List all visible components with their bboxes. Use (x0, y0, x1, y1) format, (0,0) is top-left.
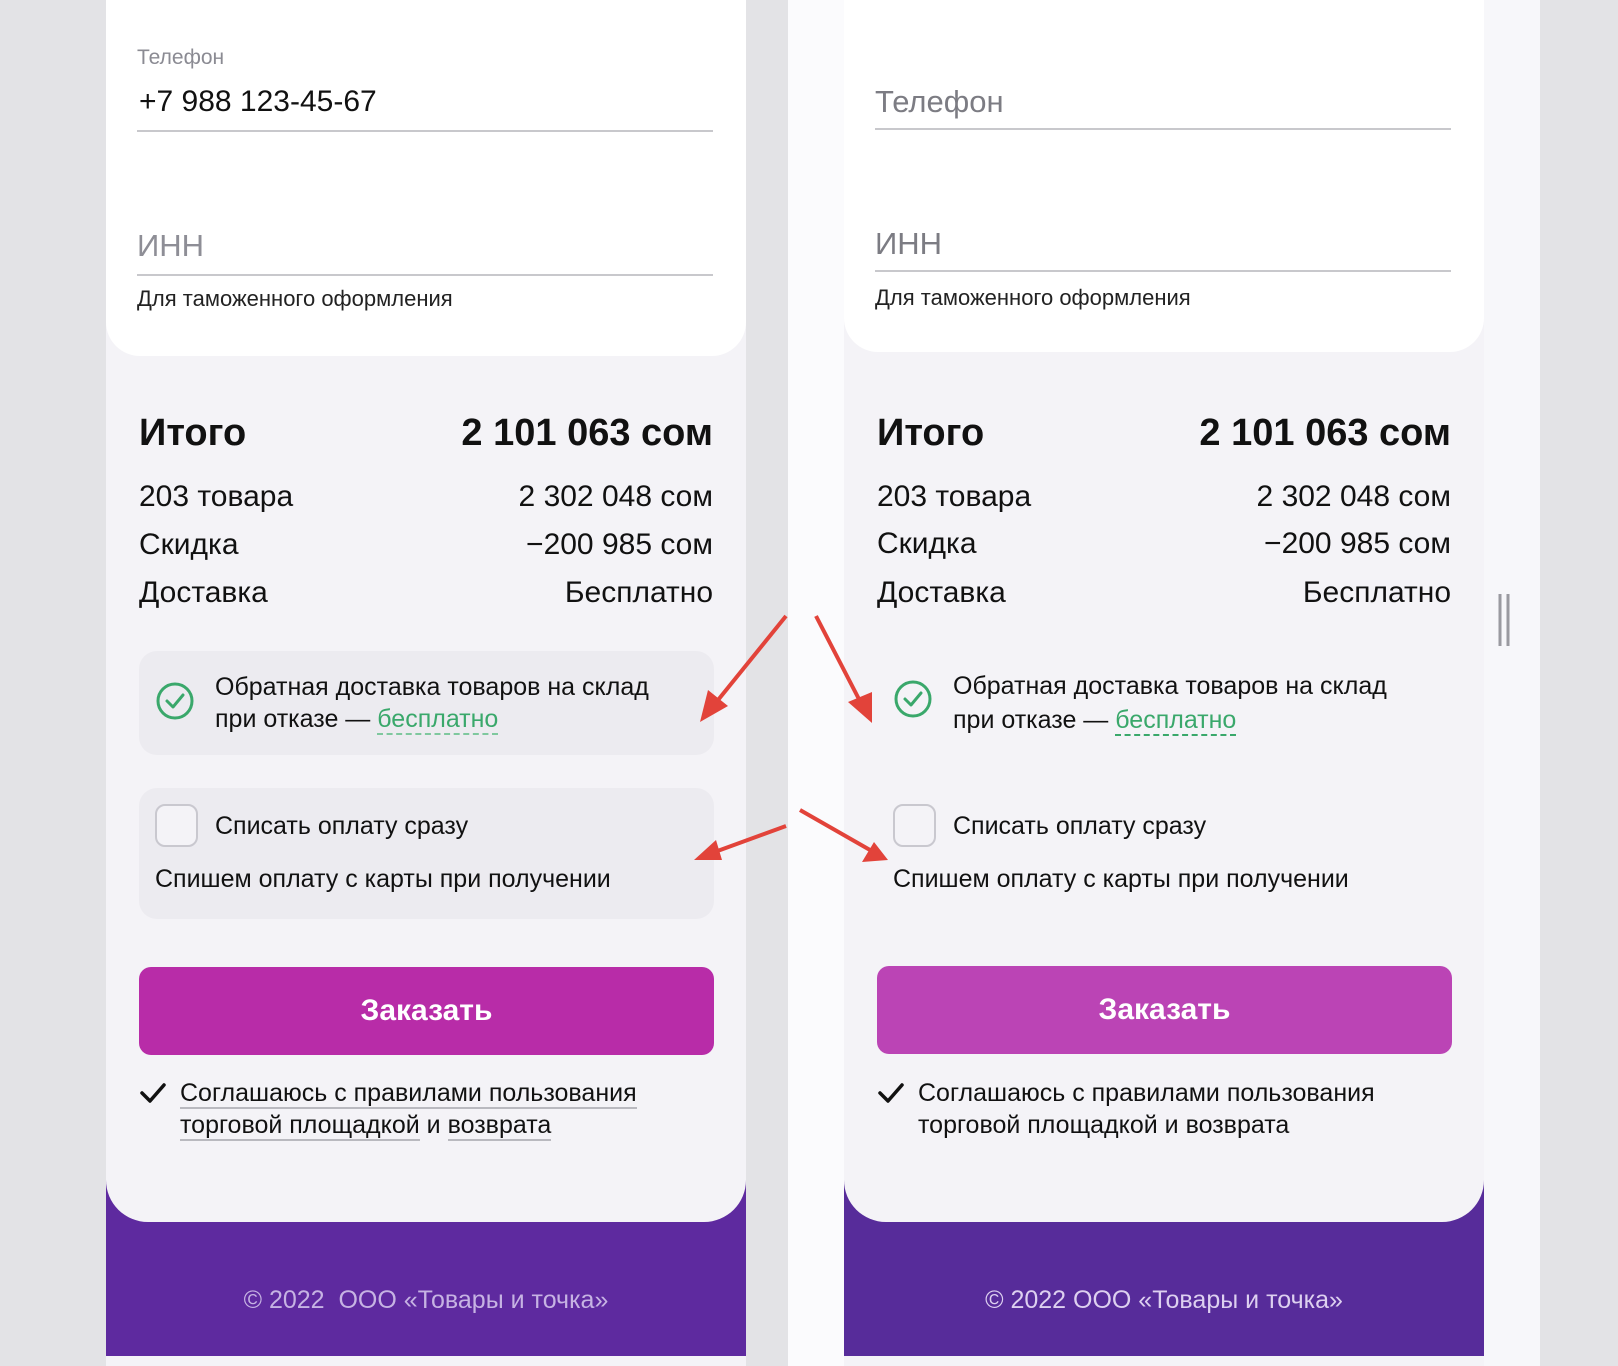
checkmark-icon[interactable] (877, 1079, 905, 1107)
checkmark-icon[interactable] (139, 1079, 167, 1107)
total-label: Итого (139, 412, 247, 454)
agreement-line2: торговой площадкой и возврата (180, 1109, 637, 1141)
inn-field-placeholder: ИНН (875, 226, 943, 261)
agreement-and: и (419, 1111, 448, 1139)
right-margin-strip (1484, 0, 1540, 1366)
items-value: 2 302 048 сом (518, 480, 713, 513)
agreement: Соглашаюсь с правилами пользования торго… (877, 1077, 1437, 1147)
agreement: Соглашаюсь с правилами пользования торго… (139, 1077, 699, 1147)
pay-now-checkbox[interactable] (155, 804, 198, 847)
marketplace-rules-link[interactable]: торговой площадкой (180, 1111, 420, 1141)
return-line1: Обратная доставка товаров на склад (953, 672, 1387, 700)
return-rules-link[interactable]: возврата (447, 1111, 552, 1141)
footer-copyright: © 2022 ООО «Товары и точка» (985, 1286, 1343, 1314)
inn-field[interactable]: ИНН (875, 214, 1451, 272)
return-line2: при отказе — бесплатно (215, 703, 649, 735)
total-value: 2 101 063 сом (1199, 412, 1451, 454)
pay-now-label[interactable]: Списать оплату сразу (215, 810, 468, 842)
pay-now-checkbox[interactable] (893, 804, 936, 847)
agreement-line1: Соглашаюсь с правилами пользования (918, 1079, 1375, 1107)
discount-value: −200 985 сом (526, 528, 713, 561)
phone-field-value: +7 988 123-45-67 (139, 85, 377, 118)
footer-card-edge (106, 1160, 746, 1222)
inn-field-placeholder: ИНН (137, 228, 205, 263)
pay-hint: Спишем оплату с карты при получении (893, 865, 1349, 893)
discount-row: Скидка −200 985 сом (139, 528, 713, 562)
order-button[interactable]: Заказать (877, 966, 1452, 1054)
free-return-link[interactable]: бесплатно (377, 705, 499, 735)
free-return-link[interactable]: бесплатно (1115, 706, 1237, 736)
discount-value: −200 985 сом (1264, 527, 1451, 560)
phone-field[interactable]: Телефон (875, 76, 1451, 130)
pay-now-box: Списать оплату сразу Спишем оплату с кар… (139, 788, 714, 919)
return-line2-prefix: при отказе — (953, 706, 1116, 734)
agreement-text: Соглашаюсь с правилами пользования торго… (180, 1077, 637, 1141)
left-margin-strip (0, 0, 106, 1366)
phone-field-label: Телефон (137, 46, 225, 69)
delivery-label: Доставка (139, 576, 268, 609)
total-row: Итого 2 101 063 сом (877, 412, 1451, 455)
scroll-handle-icon[interactable] (1497, 594, 1511, 646)
phone-field-placeholder: Телефон (875, 84, 1004, 119)
check-circle-icon (156, 682, 194, 720)
discount-row: Скидка −200 985 сом (877, 527, 1451, 561)
return-line2-prefix: при отказе — (215, 705, 378, 733)
checkout-panel-left: Телефон +7 988 123-45-67 ИНН Для таможен… (106, 0, 746, 1366)
items-row: 203 товара 2 302 048 сом (139, 480, 713, 514)
items-label: 203 товара (877, 480, 1032, 513)
return-delivery-box: Обратная доставка товаров на склад при о… (139, 651, 714, 755)
delivery-value: Бесплатно (564, 576, 713, 609)
footer-card-edge (844, 1160, 1484, 1222)
pay-hint: Спишем оплату с карты при получении (155, 865, 611, 893)
total-value: 2 101 063 сом (461, 412, 713, 454)
delivery-value: Бесплатно (1302, 576, 1451, 609)
total-row: Итого 2 101 063 сом (139, 412, 713, 455)
return-line1: Обратная доставка товаров на склад (215, 673, 649, 701)
middle-white-strip (788, 0, 844, 1366)
items-label: 203 товара (139, 480, 294, 513)
footer: © 2022 ООО «Товары и точка» (106, 1160, 746, 1356)
pay-now-box: Списать оплату сразу Спишем оплату с кар… (877, 788, 1452, 919)
agreement-line2[interactable]: торговой площадкой и возврата (918, 1109, 1375, 1141)
check-circle-icon (894, 680, 932, 718)
delivery-row: Доставка Бесплатно (877, 576, 1451, 610)
agreement-line1-text: Соглашаюсь с правилами пользования (180, 1079, 637, 1109)
delivery-label: Доставка (877, 576, 1006, 609)
total-label: Итого (877, 412, 985, 454)
return-delivery-box: Обратная доставка товаров на склад при о… (877, 651, 1452, 755)
discount-label: Скидка (877, 527, 977, 560)
inn-field[interactable]: ИНН (137, 216, 713, 276)
agreement-text: Соглашаюсь с правилами пользования торго… (918, 1077, 1375, 1141)
agreement-line1: Соглашаюсь с правилами пользования (180, 1077, 637, 1109)
return-line2: при отказе — бесплатно (953, 703, 1387, 737)
return-delivery-text: Обратная доставка товаров на склад при о… (953, 669, 1387, 737)
return-delivery-text: Обратная доставка товаров на склад при о… (215, 671, 649, 735)
inn-hint: Для таможенного оформления (137, 286, 453, 311)
items-row: 203 товара 2 302 048 сом (877, 480, 1451, 514)
right-edge-strip (1540, 0, 1618, 1366)
phone-field[interactable]: Телефон +7 988 123-45-67 (137, 40, 713, 132)
delivery-row: Доставка Бесплатно (139, 576, 713, 610)
discount-label: Скидка (139, 528, 239, 561)
pay-now-label[interactable]: Списать оплату сразу (953, 810, 1206, 842)
contact-card: Телефон +7 988 123-45-67 ИНН Для таможен… (106, 0, 746, 356)
footer-copyright: © 2022 ООО «Товары и точка» (243, 1286, 609, 1314)
items-value: 2 302 048 сом (1256, 480, 1451, 513)
contact-card: Телефон ИНН Для таможенного оформления (844, 0, 1484, 352)
footer: © 2022 ООО «Товары и точка» (844, 1160, 1484, 1356)
inn-hint: Для таможенного оформления (875, 285, 1191, 310)
checkout-panel-right: Телефон ИНН Для таможенного оформления И… (844, 0, 1484, 1366)
order-button[interactable]: Заказать (139, 967, 714, 1055)
